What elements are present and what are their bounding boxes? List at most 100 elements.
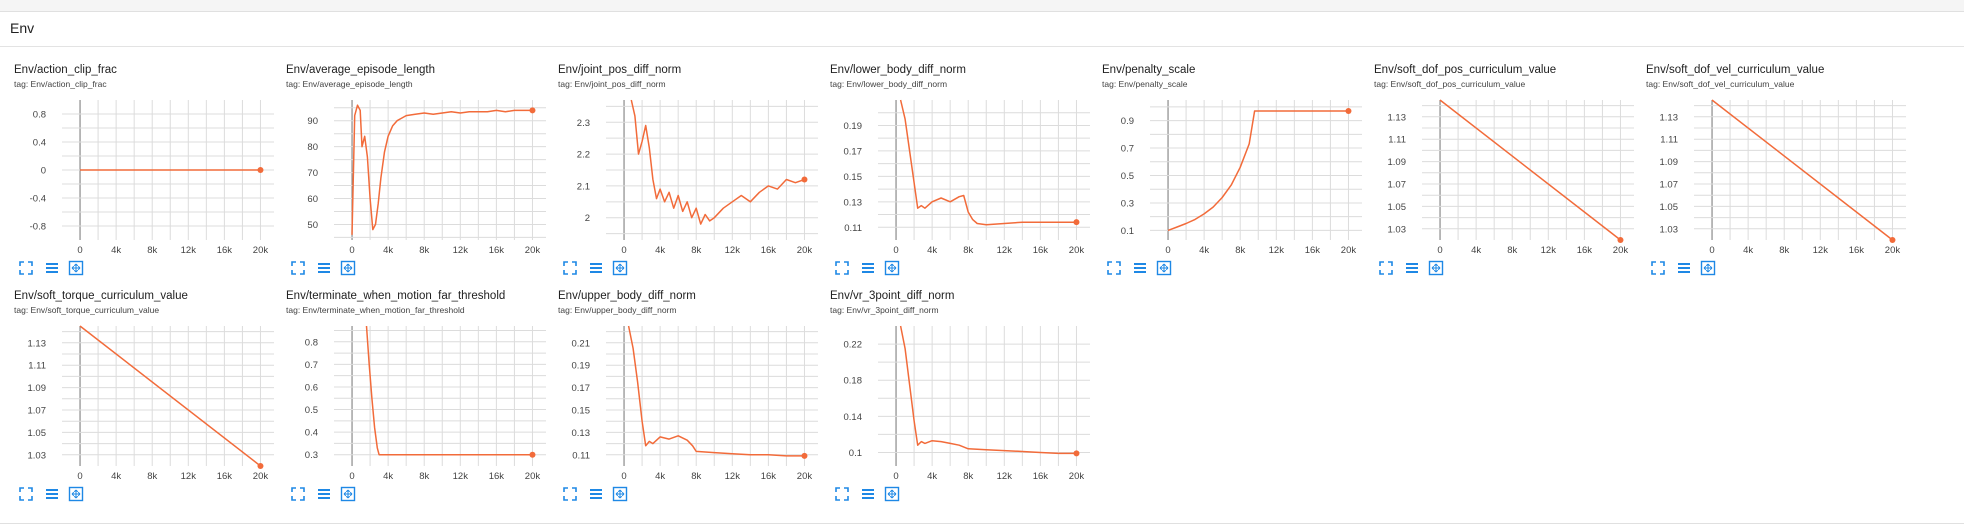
x-tick-label: 0 — [893, 245, 898, 256]
x-tick-label: 12k — [997, 245, 1013, 256]
y-tick-label: 0.6 — [305, 382, 318, 393]
x-tick-label: 8k — [1507, 245, 1517, 256]
fullscreen-icon[interactable] — [1106, 260, 1122, 276]
chart-title: Env/average_episode_length — [286, 64, 435, 76]
x-tick-label: 0 — [77, 245, 82, 256]
x-tick-label: 12k — [1813, 245, 1829, 256]
fit-domain-icon[interactable] — [612, 260, 628, 276]
data-table-icon[interactable] — [1404, 260, 1420, 276]
line-chart[interactable]: 0 4k 8k 12k 16k 20k 50 60 70 80 90 — [286, 94, 548, 256]
y-tick-label: 1.05 — [28, 428, 47, 439]
fit-domain-icon[interactable] — [68, 486, 84, 502]
fit-domain-icon[interactable] — [1156, 260, 1172, 276]
x-tick-label: 16k — [489, 471, 505, 482]
chart-tag: tag: Env/vr_3point_diff_norm — [830, 305, 939, 315]
group-header[interactable]: Env — [0, 12, 1964, 47]
x-tick-label: 20k — [1069, 471, 1085, 482]
x-tick-label: 0 — [1709, 245, 1714, 256]
x-tick-label: 8k — [1779, 245, 1789, 256]
x-tick-label: 20k — [797, 471, 813, 482]
x-tick-label: 20k — [1069, 245, 1085, 256]
line-chart[interactable]: 0 4k 8k 12k 16k 20k 0.11 0.13 0.15 0.17 0.19 0.21 — [558, 320, 820, 482]
fit-domain-icon[interactable] — [884, 486, 900, 502]
data-table-icon[interactable] — [1676, 260, 1692, 276]
series-line[interactable] — [365, 325, 533, 456]
fullscreen-icon[interactable] — [562, 260, 578, 276]
line-chart[interactable]: 0 4k 8k 12k 16k 20k 1.03 1.05 1.07 1.09 1.11 1.13 — [1646, 94, 1908, 256]
fullscreen-icon[interactable] — [18, 260, 34, 276]
x-tick-label: 0 — [77, 471, 82, 482]
x-tick-label: 12k — [453, 245, 469, 256]
chart-card: Env/penalty_scale tag: Env/penalty_scale 0… — [1102, 64, 1364, 282]
x-tick-label: 0 — [1165, 245, 1170, 256]
fullscreen-icon[interactable] — [834, 260, 850, 276]
line-chart[interactable]: 0 4k 8k 12k 16k 20k 2 2.1 2.2 2.3 — [558, 94, 820, 256]
x-tick-label: 0 — [349, 471, 354, 482]
fit-domain-icon[interactable] — [340, 486, 356, 502]
chart-title: Env/soft_dof_vel_curriculum_value — [1646, 64, 1825, 76]
fullscreen-icon[interactable] — [290, 486, 306, 502]
line-chart[interactable]: 0 4k 8k 12k 16k 20k 0.3 0.4 0.5 0.6 0.7 0.8 — [286, 320, 548, 482]
y-tick-label: 0.21 — [572, 338, 591, 349]
last-value-dot — [529, 107, 536, 114]
x-tick-label: 0 — [621, 471, 626, 482]
series-line[interactable] — [627, 325, 805, 457]
fit-domain-icon[interactable] — [340, 260, 356, 276]
y-tick-label: 0.11 — [572, 450, 590, 461]
y-tick-label: 60 — [307, 194, 318, 205]
fullscreen-icon[interactable] — [290, 260, 306, 276]
fullscreen-icon[interactable] — [18, 486, 34, 502]
x-tick-label: 12k — [453, 471, 469, 482]
chart-tag: tag: Env/terminate_when_motion_far_thres… — [286, 305, 465, 315]
data-table-icon[interactable] — [316, 486, 332, 502]
fit-domain-icon[interactable] — [1700, 260, 1716, 276]
fit-domain-icon[interactable] — [68, 260, 84, 276]
fit-domain-icon[interactable] — [884, 260, 900, 276]
data-table-icon[interactable] — [1132, 260, 1148, 276]
x-tick-label: 8k — [419, 471, 429, 482]
chart-tag: tag: Env/soft_torque_curriculum_value — [14, 305, 160, 315]
chart-title: Env/vr_3point_diff_norm — [830, 290, 955, 302]
line-chart[interactable]: 0 4k 8k 12k 16k 20k 1.03 1.05 1.07 1.09 1.11 1.13 — [1374, 94, 1636, 256]
data-table-icon[interactable] — [316, 260, 332, 276]
x-tick-label: 0 — [621, 245, 626, 256]
line-chart[interactable]: 0 4k 8k 12k 16k 20k -0.8 -0.4 0 0.4 0.8 — [14, 94, 276, 256]
x-tick-label: 20k — [797, 245, 813, 256]
y-tick-label: 0.5 — [305, 405, 318, 416]
data-table-icon[interactable] — [588, 486, 604, 502]
y-tick-label: 0.19 — [844, 121, 863, 132]
y-tick-label: 1.09 — [1660, 157, 1679, 168]
y-tick-label: 0.1 — [849, 448, 862, 459]
y-tick-label: 0.17 — [572, 383, 591, 394]
y-tick-label: 0.22 — [844, 340, 863, 351]
data-table-icon[interactable] — [860, 260, 876, 276]
series-line[interactable] — [899, 99, 1077, 226]
line-chart[interactable]: 0 4k 8k 12k 16k 20k 0.11 0.13 0.15 0.17 0.19 — [830, 94, 1092, 256]
y-tick-label: 90 — [307, 116, 318, 127]
y-tick-label: -0.4 — [30, 194, 46, 205]
data-table-icon[interactable] — [44, 486, 60, 502]
x-tick-label: 20k — [1341, 245, 1357, 256]
fullscreen-icon[interactable] — [1650, 260, 1666, 276]
fullscreen-icon[interactable] — [834, 486, 850, 502]
chart-title: Env/soft_dof_pos_curriculum_value — [1374, 64, 1557, 76]
x-tick-label: 16k — [1033, 245, 1049, 256]
fit-domain-icon[interactable] — [612, 486, 628, 502]
line-chart[interactable]: 0 4k 8k 12k 16k 20k 1.03 1.05 1.07 1.09 1.11 1.13 — [14, 320, 276, 482]
chart-card: Env/joint_pos_diff_norm tag: Env/joint_po… — [558, 64, 820, 282]
last-value-dot — [1073, 450, 1080, 457]
fullscreen-icon[interactable] — [1378, 260, 1394, 276]
chart-title: Env/upper_body_diff_norm — [558, 290, 696, 302]
data-table-icon[interactable] — [588, 260, 604, 276]
y-tick-label: 0.8 — [305, 337, 318, 348]
y-tick-label: 70 — [307, 168, 318, 179]
fit-domain-icon[interactable] — [1428, 260, 1444, 276]
line-chart[interactable]: 0 4k 8k 12k 16k 20k 0.1 0.3 0.5 0.7 0.9 — [1102, 94, 1364, 256]
line-chart[interactable]: 0 4k 8k 12k 16k 20k 0.1 0.14 0.18 0.22 — [830, 320, 1092, 482]
fullscreen-icon[interactable] — [562, 486, 578, 502]
y-tick-label: 1.03 — [1388, 224, 1407, 235]
data-table-icon[interactable] — [860, 486, 876, 502]
data-table-icon[interactable] — [44, 260, 60, 276]
x-tick-label: 4k — [383, 245, 393, 256]
series-line[interactable] — [630, 99, 805, 225]
